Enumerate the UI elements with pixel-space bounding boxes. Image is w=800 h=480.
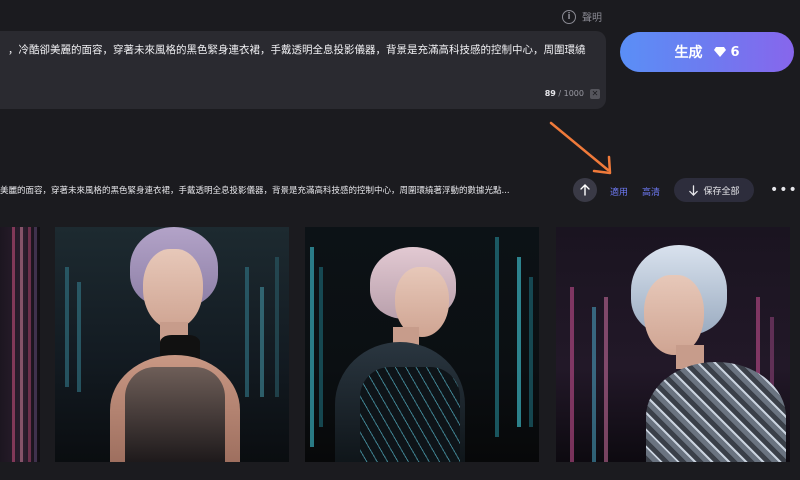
character-counter: 89 / 1000 [545, 89, 584, 98]
result-image-1[interactable] [55, 227, 289, 462]
partial-result-image[interactable] [0, 227, 40, 462]
clear-icon[interactable]: ✕ [590, 89, 600, 99]
result-image-3[interactable] [556, 227, 790, 462]
disclaimer-link[interactable]: i 聲明 [562, 9, 602, 24]
apply-button[interactable]: 適用 [610, 185, 628, 198]
result-image-2[interactable] [305, 227, 539, 462]
disclaimer-label: 聲明 [582, 13, 602, 24]
annotation-arrow-icon [549, 121, 612, 175]
generate-label: 生成 [674, 45, 703, 61]
result-prompt-text: 美麗的面容，穿著未來風格的黑色緊身連衣裙，手戴透明全息投影儀器，背景是充滿高科技… [0, 186, 510, 196]
diamond-icon [714, 47, 727, 57]
arrow-up-icon[interactable] [573, 178, 597, 202]
generate-button[interactable]: 生成 6 [620, 32, 794, 72]
generate-cost-value: 6 [730, 44, 740, 60]
more-icon[interactable]: ••• [770, 182, 798, 198]
info-icon: i [562, 9, 576, 24]
save-all-label: 保存全部 [703, 186, 740, 197]
character-count: 89 [544, 89, 556, 98]
result-gallery [0, 227, 800, 462]
result-toolbar: 美麗的面容，穿著未來風格的黑色緊身連衣裙，手戴透明全息投影儀器，背景是充滿高科技… [0, 178, 800, 204]
generate-cost: 6 [714, 44, 740, 60]
prompt-input[interactable]: ，冷酷卻美麗的面容，穿著未來風格的黑色緊身連衣裙，手戴透明全息投影儀器，背景是充… [0, 31, 606, 109]
character-max: / 1000 [558, 89, 584, 98]
arrow-down-icon [689, 184, 699, 196]
save-all-button[interactable]: 保存全部 [674, 178, 754, 202]
prompt-text[interactable]: ，冷酷卻美麗的面容，穿著未來風格的黑色緊身連衣裙，手戴透明全息投影儀器，背景是充… [8, 41, 592, 59]
hd-button[interactable]: 高清 [642, 185, 660, 198]
